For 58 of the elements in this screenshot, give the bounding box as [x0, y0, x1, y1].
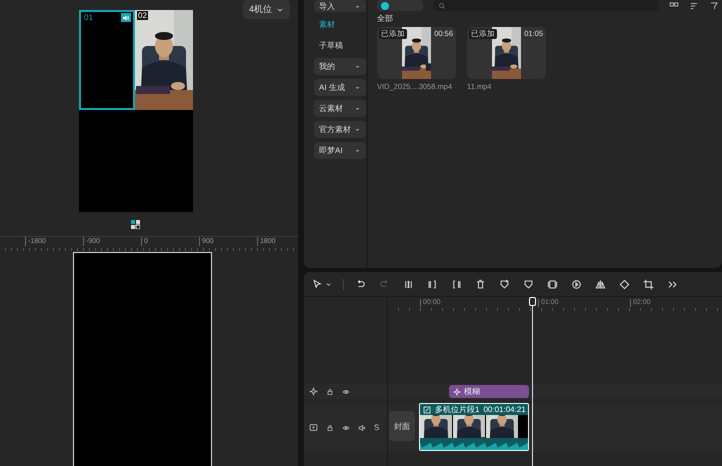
- mirror-icon: [595, 278, 606, 290]
- eye-icon: [342, 424, 350, 432]
- camera-number: 01: [83, 13, 94, 22]
- section-title: 全部: [377, 13, 394, 24]
- multicam-icon: [423, 406, 431, 414]
- sparkle-icon: [453, 388, 461, 396]
- speaker-icon: [358, 424, 366, 432]
- delete-icon: [475, 278, 486, 290]
- caret-icon: [354, 105, 361, 112]
- cover-button[interactable]: 封面: [389, 411, 415, 441]
- rotate-icon: [619, 278, 630, 290]
- category-item[interactable]: 子草稿: [314, 37, 366, 54]
- shield-icon: [523, 278, 534, 290]
- category-dropdown[interactable]: 即梦AI: [314, 142, 366, 159]
- category-dropdown[interactable]: 我的: [314, 58, 366, 75]
- search-field[interactable]: [433, 0, 659, 11]
- import-button[interactable]: [377, 0, 423, 11]
- lock-icon: [326, 424, 334, 432]
- dot-icon: [381, 2, 389, 10]
- category-dropdown[interactable]: 官方素材: [314, 121, 366, 138]
- playhead[interactable]: [529, 297, 536, 466]
- split-icon: [403, 278, 414, 290]
- sort-icon: [689, 0, 699, 10]
- freeze-frame-icon: [547, 278, 558, 290]
- eye-icon: [342, 388, 350, 396]
- pointer-icon: [312, 278, 323, 290]
- sparkle-icon: [309, 387, 318, 396]
- lock-icon: [326, 388, 334, 396]
- effect-clip[interactable]: 模糊: [449, 385, 529, 398]
- camera-cell[interactable]: 01: [79, 10, 135, 110]
- caret-icon: [354, 84, 361, 91]
- caret-icon: [354, 63, 361, 70]
- undo-icon: [355, 278, 366, 290]
- crop-icon: [643, 278, 654, 290]
- clip-title: 多机位片段1: [435, 404, 480, 415]
- solo-label: S: [374, 423, 380, 432]
- video-track-icon: [309, 423, 318, 432]
- category-dropdown[interactable]: AI 生成: [314, 79, 366, 96]
- play-circle-icon: [571, 278, 582, 290]
- camera-cell[interactable]: 02: [135, 10, 193, 110]
- caret-icon: [354, 126, 361, 133]
- more-icon: [667, 278, 678, 290]
- layout-icon[interactable]: [131, 220, 140, 229]
- clip-duration: 00:01:04:21: [483, 405, 526, 414]
- camera-number: 02: [137, 11, 148, 20]
- category-item[interactable]: 素材: [314, 16, 366, 33]
- video-clip[interactable]: 多机位片段1 00:01:04:21: [419, 403, 529, 451]
- trim-left-icon: [427, 278, 438, 290]
- marker-icon: [499, 278, 510, 290]
- layout-dropdown[interactable]: 4机位: [242, 0, 290, 19]
- category-dropdown[interactable]: 云素材: [314, 100, 366, 117]
- search-icon: [438, 2, 446, 10]
- crop-button[interactable]: [641, 276, 656, 292]
- trim-right-icon: [451, 278, 462, 290]
- category-dropdown[interactable]: 导入: [314, 0, 366, 12]
- caret-icon: [354, 147, 361, 154]
- redo-icon: [379, 278, 390, 290]
- caret-icon: [325, 280, 332, 288]
